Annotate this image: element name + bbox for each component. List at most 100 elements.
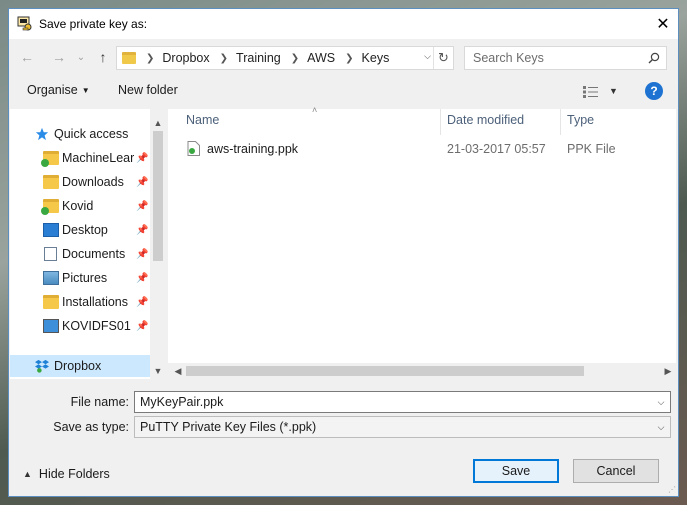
file-row[interactable]: aws-training.ppk 21-03-2017 05:57 PPK Fi… [168,137,676,159]
navigation-pane[interactable]: Quick access MachineLearn 📌 Downloads 📌 … [10,109,166,379]
sidebar-item-label: Desktop [62,223,108,237]
title-bar: Save private key as: ✕ [9,9,678,39]
new-folder-label: New folder [118,83,178,97]
close-button[interactable]: ✕ [648,9,678,39]
column-header-name[interactable]: Name [186,109,219,135]
scroll-left-icon[interactable]: ◀ [170,363,186,379]
resize-grip-icon[interactable]: ⋰ [668,485,676,494]
close-icon: ✕ [656,16,670,33]
scrollbar-thumb[interactable] [153,131,163,261]
folder-icon [43,175,59,189]
view-dropdown-icon[interactable]: ▼ [609,86,618,96]
dropbox-icon [35,359,49,373]
column-header-type[interactable]: Type [567,109,594,135]
breadcrumb-separator: ❯ [218,53,228,64]
address-dropdown-icon[interactable]: ⌵ [424,51,431,62]
hide-folders-toggle[interactable]: ▲ Hide Folders [23,467,110,481]
scroll-right-icon[interactable]: ▶ [660,363,676,379]
sidebar-item-kovidfs01[interactable]: KOVIDFS01 📌 [10,315,150,337]
sidebar-item-desktop[interactable]: Desktop 📌 [10,219,150,241]
pin-icon: 📌 [136,200,149,212]
folder-icon [43,295,59,309]
save-as-type-value: PuTTY Private Key Files (*.ppk) [140,420,317,434]
view-options-icon[interactable] [583,86,599,98]
folder-icon [122,52,136,64]
file-name-field[interactable]: MyKeyPair.ppk ⌵ [134,391,671,413]
new-folder-button[interactable]: New folder [118,83,178,97]
refresh-button[interactable]: ↻ [433,47,453,69]
command-bar: Organise ▼ New folder ▼ ? [9,77,678,105]
scroll-up-icon[interactable]: ▲ [150,115,166,131]
pin-icon: 📌 [136,224,149,236]
breadcrumb-item[interactable]: Keys [362,51,390,65]
breadcrumb-item[interactable]: Dropbox [162,51,209,65]
file-list-scrollbar[interactable]: ◀ ▶ [168,363,676,379]
cancel-button[interactable]: Cancel [573,459,659,483]
sidebar-item-installations[interactable]: Installations 📌 [10,291,150,313]
sidebar-scrollbar[interactable]: ▲ ▼ [150,109,166,379]
documents-icon [44,247,57,261]
search-input[interactable]: Search Keys [473,51,642,65]
search-box[interactable]: Search Keys [464,46,667,70]
back-button[interactable]: ← [17,47,37,67]
save-as-type-label: Save as type: [53,420,129,434]
file-type: PPK File [567,142,616,156]
pin-icon: 📌 [136,152,149,164]
sidebar-item-label: Documents [62,247,126,261]
sidebar-item-pictures[interactable]: Pictures 📌 [10,267,150,289]
file-name-label: File name: [70,395,129,409]
recent-locations-button[interactable]: ⌄ [71,47,91,67]
sidebar-item-downloads[interactable]: Downloads 📌 [10,171,150,193]
sync-check-icon [41,159,49,167]
dialog-title: Save private key as: [39,17,148,31]
breadcrumb-separator: ❯ [146,53,154,64]
ppk-file-icon [187,141,200,156]
breadcrumb-item[interactable]: AWS [307,51,335,65]
forward-arrow-icon: → [52,49,66,65]
computer-icon [43,319,59,333]
column-divider[interactable] [440,109,441,135]
forward-button[interactable]: → [49,47,69,67]
chevron-right-icon: ❯ [345,52,354,64]
pin-icon: 📌 [136,176,149,188]
sidebar-item-documents[interactable]: Documents 📌 [10,243,150,265]
sidebar-item-label: Quick access [54,127,129,141]
caret-down-icon: ▼ [81,86,90,96]
search-icon[interactable] [642,52,666,64]
chevron-down-icon[interactable]: ⌵ [652,397,670,408]
file-date-modified: 21-03-2017 05:57 [447,142,546,156]
organise-menu[interactable]: Organise ▼ [27,83,90,97]
column-divider[interactable] [560,109,561,135]
save-as-type-select[interactable]: PuTTY Private Key Files (*.ppk) ⌵ [134,416,671,438]
sort-ascending-icon: ˄ [312,105,318,115]
sidebar-item-dropbox[interactable]: Dropbox [10,355,150,377]
breadcrumb-item[interactable]: Training [236,51,281,65]
putty-key-icon [17,16,32,31]
save-button[interactable]: Save [473,459,559,483]
pictures-icon [43,271,59,285]
column-header-date-modified[interactable]: Date modified [447,109,524,135]
sidebar-item-label: Pictures [62,271,108,285]
sidebar-item-kovid[interactable]: Kovid 📌 [10,195,150,217]
file-name-input[interactable]: MyKeyPair.ppk [140,395,652,409]
organise-label: Organise [27,83,78,97]
file-list[interactable]: ˄ Name Date modified Type aws-training.p… [168,105,676,379]
sync-check-icon [41,207,49,215]
chevron-down-icon: ⌄ [76,51,86,63]
scroll-down-icon[interactable]: ▼ [150,363,166,379]
up-arrow-icon: ↑ [99,49,107,65]
help-button[interactable]: ? [645,82,663,100]
sidebar-item-quick-access[interactable]: Quick access [10,123,150,145]
navigation-bar: ← → ⌄ ↑ ❯ Dropbox ❯ Training ❯ AWS ❯ Key… [9,43,678,73]
up-button[interactable]: ↑ [93,47,113,67]
chevron-down-icon[interactable]: ⌵ [652,422,670,433]
save-dialog: Save private key as: ✕ ← → ⌄ ↑ ❯ Dropbox… [8,8,679,497]
address-bar[interactable]: ❯ Dropbox ❯ Training ❯ AWS ❯ Keys ⌵ ↻ [116,46,454,70]
scrollbar-thumb[interactable] [186,366,584,376]
sidebar-item-label: Downloads [62,175,124,189]
chevron-right-icon: ❯ [290,52,300,64]
sidebar-item-label: KOVIDFS01 [62,319,131,333]
sidebar-item-machinelearn[interactable]: MachineLearn 📌 [10,147,150,169]
back-arrow-icon: ← [20,49,34,65]
sidebar-item-label: MachineLearn [62,151,134,165]
